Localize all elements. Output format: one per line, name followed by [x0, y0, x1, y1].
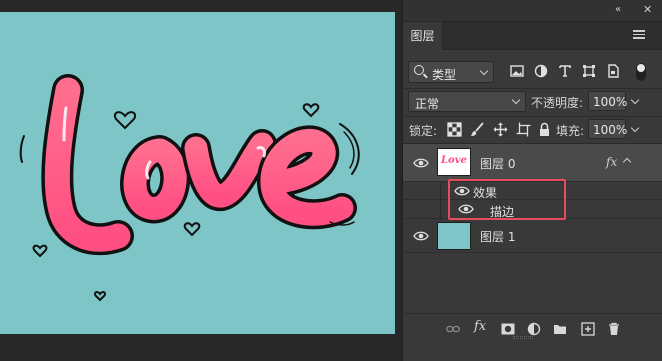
panel-menu-icon[interactable] [633, 28, 645, 40]
layer-row-layer0[interactable]: Love 图层 0 fx [403, 144, 662, 182]
adjustment-icon[interactable] [527, 322, 541, 336]
lock-row: 锁定: 填充: 100% [403, 116, 662, 142]
effects-highlight-annotation [448, 179, 566, 220]
visibility-eye-icon[interactable] [413, 158, 429, 168]
mask-icon[interactable] [501, 322, 515, 336]
layer-thumbnail-text: Love [441, 155, 467, 166]
chevron-up-icon[interactable] [622, 157, 632, 167]
lock-transparent-pixels-icon[interactable] [447, 122, 462, 137]
blend-mode-value: 正常 [415, 97, 440, 111]
shape-filter-icon[interactable] [582, 64, 596, 78]
lock-artboard-icon[interactable] [516, 122, 531, 137]
layer-row-layer1[interactable]: 图层 1 [403, 219, 662, 253]
collapse-panel-button[interactable]: « [615, 4, 621, 15]
fx-icon[interactable]: fx [474, 319, 488, 334]
layer-name: 图层 1 [480, 230, 516, 244]
tab-layers[interactable]: 图层 [403, 22, 443, 50]
fill-dropdown-icon[interactable] [630, 123, 640, 133]
lock-position-icon[interactable] [493, 122, 508, 137]
filter-toggle-switch[interactable] [636, 63, 646, 81]
layer-thumbnail: Love [437, 148, 471, 176]
layer-thumbnail [437, 222, 471, 250]
layer-name: 图层 0 [480, 157, 516, 171]
fill-field[interactable]: 100% [588, 119, 628, 139]
lock-all-icon[interactable] [537, 122, 552, 137]
new-layer-icon[interactable] [581, 322, 595, 336]
document-canvas[interactable] [0, 12, 395, 334]
layer-effects-fx-icon[interactable]: fx [606, 155, 617, 169]
type-filter-icon[interactable] [558, 64, 572, 78]
opacity-field[interactable]: 100% [588, 91, 628, 111]
close-panel-button[interactable]: ✕ [643, 3, 652, 16]
opacity-label: 不透明度: [531, 96, 584, 110]
effects-indent-line [440, 182, 441, 200]
visibility-eye-icon[interactable] [413, 231, 429, 241]
fill-value: 100% [593, 123, 628, 137]
effects-indent-line [440, 200, 441, 219]
lock-image-pixels-icon[interactable] [470, 122, 485, 137]
blend-row: 正常 不透明度: 100% [403, 88, 662, 114]
opacity-dropdown-icon[interactable] [630, 95, 640, 105]
panel-resize-grip[interactable] [513, 336, 533, 339]
folder-icon[interactable] [553, 322, 567, 336]
chevron-down-icon [479, 66, 489, 76]
love-lettering-artwork [19, 74, 360, 302]
filter-kind-value: 类型 [432, 68, 457, 82]
smart-object-filter-icon[interactable] [606, 64, 620, 78]
layer-filter-row: 类型 [403, 58, 662, 86]
panel-topbar: « ✕ [403, 0, 662, 22]
fill-label: 填充: [556, 124, 585, 138]
pixel-filter-icon[interactable] [510, 64, 524, 78]
layers-list: Love 图层 0 fx 效果 描边 图层 1 [403, 143, 662, 313]
canvas-area[interactable] [0, 0, 402, 361]
link-icon[interactable] [446, 322, 460, 336]
trash-icon[interactable] [607, 322, 621, 336]
adjustment-filter-icon[interactable] [534, 64, 548, 78]
lock-label: 锁定: [409, 124, 438, 138]
search-icon [414, 65, 424, 75]
chevron-down-icon [511, 95, 521, 105]
blend-mode-select[interactable]: 正常 [408, 91, 526, 112]
opacity-value: 100% [593, 95, 628, 109]
filter-kind-select[interactable]: 类型 [408, 61, 494, 83]
panel-tab-row: 图层 [403, 22, 662, 50]
